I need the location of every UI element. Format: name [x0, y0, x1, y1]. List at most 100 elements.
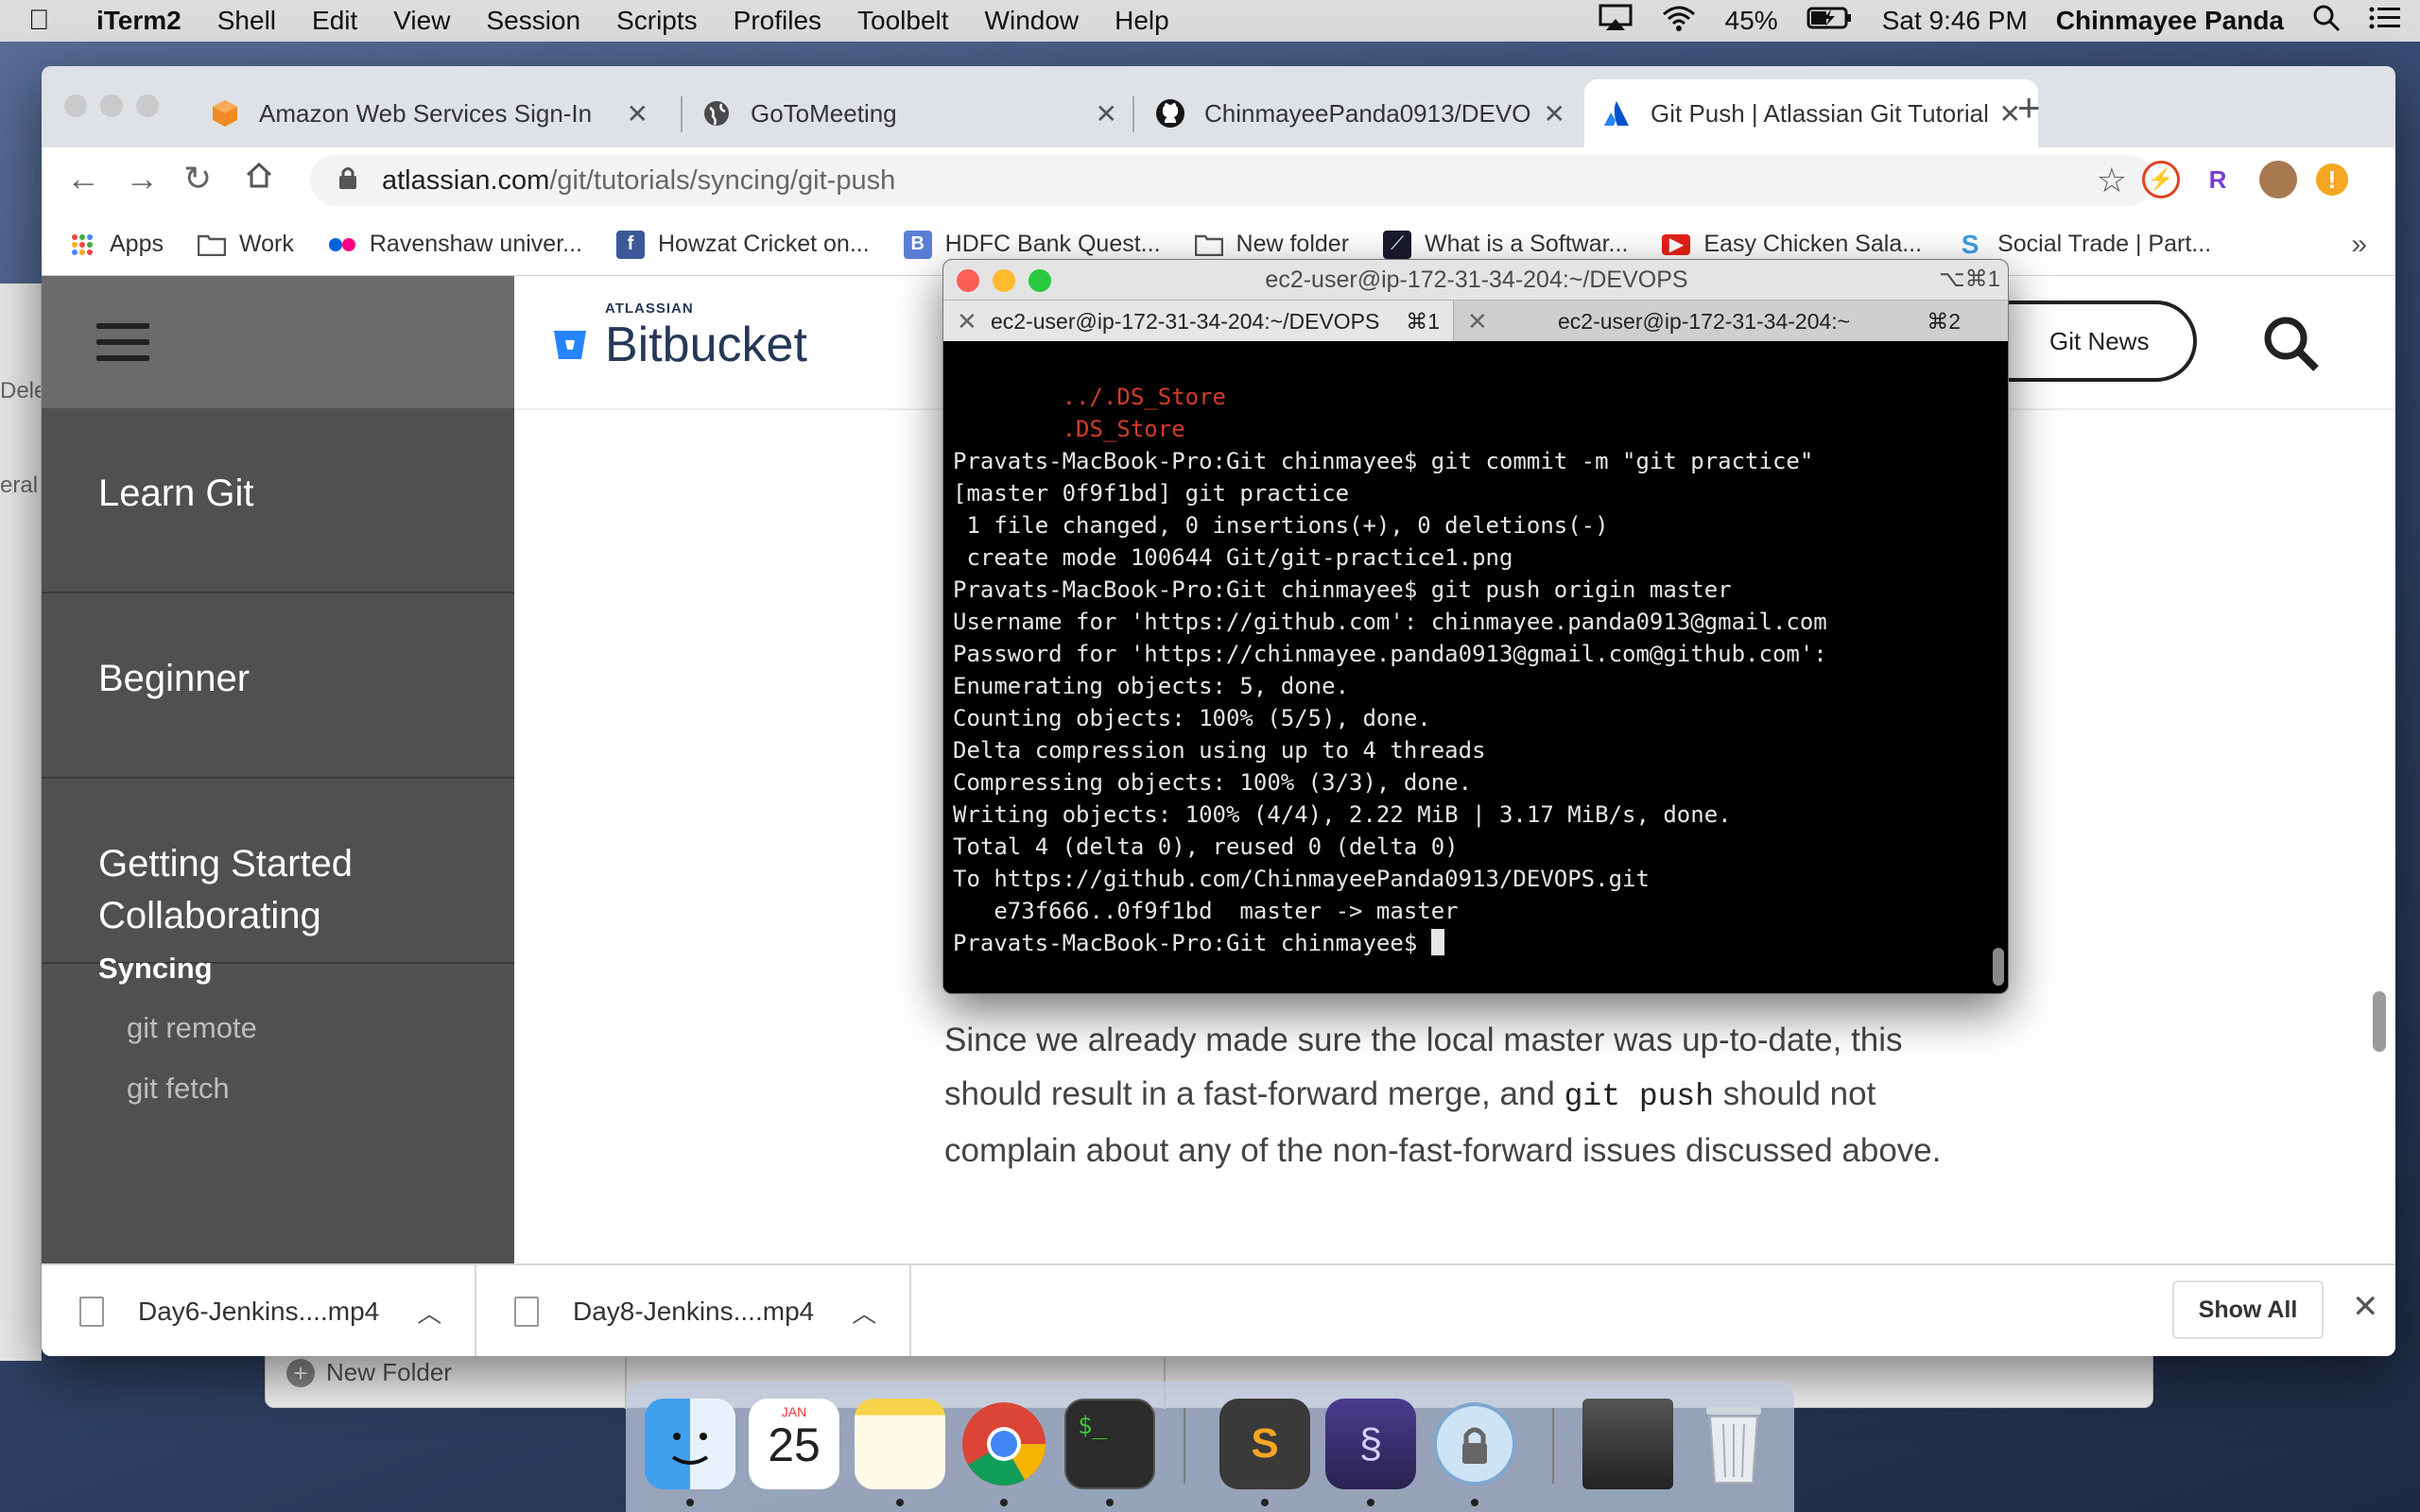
- iterm-tab-2[interactable]: ✕ ec2-user@ip-172-31-34-204:~ ⌘2: [1454, 301, 1974, 342]
- tab-close-icon[interactable]: ✕: [627, 98, 648, 129]
- profile-avatar[interactable]: [2259, 161, 2297, 198]
- sidebar-item-beginner[interactable]: Beginner: [42, 593, 514, 779]
- notes-icon[interactable]: [855, 1399, 945, 1489]
- iterm-terminal-window[interactable]: ec2-user@ip-172-31-34-204:~/DEVOPS ⌥⌘1 ✕…: [942, 259, 2009, 994]
- sidebar-item-learn-git[interactable]: Learn Git: [42, 408, 514, 593]
- bookmark-hdfc[interactable]: B HDFC Bank Quest...: [903, 230, 1161, 259]
- iterm-close-button[interactable]: [957, 269, 979, 292]
- update-alert-icon[interactable]: !: [2316, 163, 2348, 196]
- window-close-button[interactable]: [64, 94, 87, 117]
- tab-close-icon[interactable]: ✕: [1096, 98, 1117, 129]
- terminal-icon[interactable]: $_: [1064, 1399, 1155, 1489]
- iterm-minimize-button[interactable]: [993, 269, 1015, 292]
- running-indicator: [1106, 1499, 1114, 1506]
- menu-toolbelt[interactable]: Toolbelt: [857, 6, 949, 36]
- iterm-zoom-button[interactable]: [1028, 269, 1051, 292]
- terminal-line: Pravats-MacBook-Pro:Git chinmayee$ git c…: [953, 448, 1814, 474]
- bookmark-apps[interactable]: Apps: [68, 231, 164, 259]
- tab-close-icon[interactable]: ✕: [1544, 98, 1565, 129]
- close-downloads-icon[interactable]: ✕: [2352, 1288, 2379, 1326]
- search-icon[interactable]: [2263, 316, 2320, 372]
- keychain-icon[interactable]: [1429, 1399, 1520, 1489]
- bookmark-chicken-salad[interactable]: ▶ Easy Chicken Sala...: [1662, 231, 1922, 258]
- apple-menu-icon[interactable]: : [28, 5, 68, 37]
- menu-session[interactable]: Session: [486, 6, 580, 36]
- tab-aws-sign-in[interactable]: Amazon Web Services Sign-In ✕: [193, 79, 666, 147]
- menu-help[interactable]: Help: [1115, 6, 1169, 36]
- hamburger-menu-icon[interactable]: [96, 323, 149, 361]
- home-icon[interactable]: [244, 159, 274, 198]
- menubar-clock[interactable]: Sat 9:46 PM: [1882, 6, 2028, 36]
- control-center-list-icon[interactable]: [2369, 6, 2401, 37]
- spotlight-search-icon[interactable]: [2312, 4, 2341, 39]
- page-scrollbar-thumb[interactable]: [2373, 991, 2386, 1052]
- terminal-line: 1 file changed, 0 insertions(+), 0 delet…: [953, 512, 1609, 539]
- lock-icon[interactable]: [338, 165, 365, 197]
- flash-extension-icon[interactable]: ⚡: [2142, 161, 2180, 198]
- bookmark-software[interactable]: ⟋ What is a Softwar...: [1383, 230, 1628, 259]
- menu-shell[interactable]: Shell: [217, 6, 276, 36]
- sidebar-link-git-remote[interactable]: git remote: [127, 1011, 257, 1045]
- tutorial-sidebar: Learn Git Beginner Getting Started Colla…: [42, 276, 514, 1263]
- tab-close-icon[interactable]: ✕: [957, 301, 977, 342]
- download-item[interactable]: Day6-Jenkins....mp4 ︿: [42, 1265, 476, 1356]
- bookmark-work[interactable]: Work: [197, 231, 294, 259]
- sidebar-link-git-fetch[interactable]: git fetch: [127, 1072, 230, 1106]
- iterm-icon[interactable]: §: [1325, 1399, 1416, 1489]
- new-tab-plus-icon[interactable]: +: [2017, 85, 2041, 130]
- forward-arrow-icon[interactable]: →: [125, 159, 159, 198]
- chrome-icon[interactable]: [959, 1399, 1049, 1489]
- menu-scripts[interactable]: Scripts: [616, 6, 698, 36]
- window-zoom-button[interactable]: [136, 94, 159, 117]
- reload-icon[interactable]: ↻: [183, 159, 212, 198]
- sidebar-item-syncing[interactable]: Syncing: [98, 952, 213, 986]
- chevron-up-icon[interactable]: ︿: [852, 1295, 876, 1330]
- sidebar-header: [42, 276, 514, 408]
- menu-view[interactable]: View: [393, 6, 450, 36]
- iterm-tab-1[interactable]: ✕ ec2-user@ip-172-31-34-204:~/DEVOPS ⌘1: [943, 301, 1454, 342]
- calendar-day: 25: [768, 1418, 821, 1471]
- download-item[interactable]: Day8-Jenkins....mp4 ︿: [476, 1265, 911, 1356]
- menu-edit[interactable]: Edit: [312, 6, 357, 36]
- bookmark-social-trade[interactable]: S Social Trade | Part...: [1956, 229, 2211, 259]
- calendar-icon[interactable]: JAN 25: [749, 1399, 839, 1489]
- url-host: atlassian.com: [382, 164, 550, 196]
- airplay-icon[interactable]: [1599, 4, 1633, 39]
- sublime-icon[interactable]: S: [1219, 1399, 1310, 1489]
- s-logo-icon: S: [1961, 229, 1979, 259]
- terminal-scrollbar-thumb[interactable]: [1993, 948, 2004, 986]
- tab-gotomeeting[interactable]: GoToMeeting ✕: [684, 79, 1134, 147]
- menu-app-name[interactable]: iTerm2: [96, 6, 182, 36]
- bitbucket-logo[interactable]: ATLASSIAN Bitbucket: [552, 301, 807, 373]
- tab-git-push-atlassian[interactable]: Git Push | Atlassian Git Tutorial ✕: [1584, 79, 2038, 147]
- bookmark-star-icon[interactable]: ☆: [2097, 161, 2127, 200]
- bookmark-ravenshaw[interactable]: Ravenshaw univer...: [328, 231, 582, 259]
- battery-charging-icon[interactable]: [1806, 6, 1854, 37]
- window-minimize-button[interactable]: [100, 94, 123, 117]
- terminal-prompt-line[interactable]: Pravats-MacBook-Pro:Git chinmayee$: [953, 927, 1996, 959]
- tab-github-devops[interactable]: ChinmayeePanda0913/DEVOPS ✕: [1138, 79, 1582, 147]
- menu-window[interactable]: Window: [985, 6, 1080, 36]
- bookmark-howzat[interactable]: f Howzat Cricket on...: [615, 230, 870, 259]
- sidebar-item-collaborating[interactable]: Collaborating: [98, 895, 321, 937]
- tab-close-icon[interactable]: ✕: [1467, 301, 1488, 342]
- new-folder-button[interactable]: + New Folder: [286, 1358, 452, 1387]
- wifi-icon[interactable]: [1661, 4, 1697, 39]
- chevron-up-icon[interactable]: ︿: [417, 1295, 441, 1330]
- r-extension-icon[interactable]: R: [2199, 161, 2237, 198]
- bookmarks-overflow-icon[interactable]: »: [2351, 229, 2367, 261]
- menu-profiles[interactable]: Profiles: [734, 6, 821, 36]
- trash-icon[interactable]: [1688, 1399, 1779, 1489]
- sidebar-item-label: Beginner: [98, 658, 251, 699]
- back-arrow-icon[interactable]: ←: [66, 159, 100, 198]
- show-all-downloads-button[interactable]: Show All: [2172, 1280, 2324, 1339]
- address-bar[interactable]: atlassian.com/git/tutorials/syncing/git-…: [310, 155, 2153, 206]
- terminal-line: Username for 'https://github.com': chinm…: [953, 609, 1827, 635]
- terminal-output[interactable]: ../.DS_Store .DS_Store Pravats-MacBook-Pr…: [943, 341, 1996, 993]
- terminal-line: Total 4 (delta 0), reused 0 (delta 0): [953, 833, 1459, 860]
- bookmark-new-folder[interactable]: New folder: [1194, 231, 1349, 259]
- menubar-user[interactable]: Chinmayee Panda: [2056, 6, 2284, 36]
- dock-separator: [1184, 1408, 1185, 1484]
- finder-icon[interactable]: [645, 1399, 735, 1489]
- downloads-stack-icon[interactable]: [1582, 1399, 1673, 1489]
